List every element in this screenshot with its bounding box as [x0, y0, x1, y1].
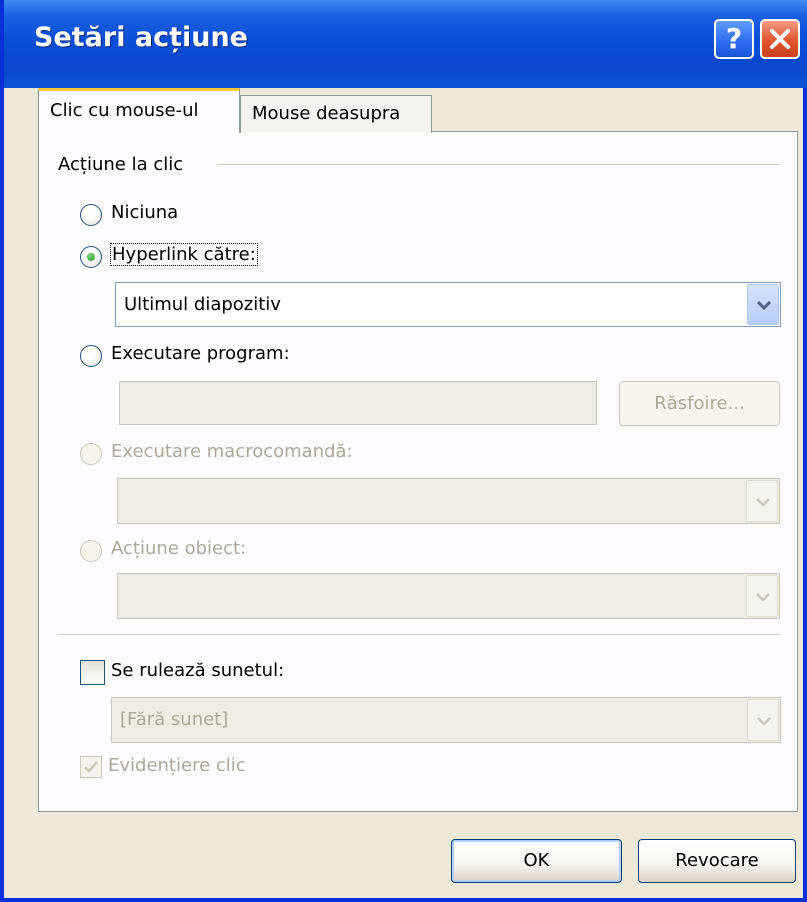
- hyperlink-dropdown[interactable]: Ultimul diapozitiv: [115, 282, 781, 327]
- play-sound-label[interactable]: Se rulează sunetul:: [111, 660, 284, 681]
- close-icon: [770, 29, 790, 49]
- close-button[interactable]: [760, 19, 800, 59]
- dialog-title: Setări acțiune: [34, 22, 248, 53]
- section-divider: [58, 634, 780, 636]
- help-button[interactable]: ?: [714, 19, 754, 59]
- radio-none[interactable]: [80, 204, 102, 226]
- group-title: Acțiune la clic: [58, 154, 184, 175]
- cancel-button-label: Revocare: [675, 850, 759, 871]
- chevron-down-icon: [756, 498, 770, 507]
- radio-run-macro[interactable]: [80, 443, 102, 465]
- chevron-down-icon: [757, 717, 771, 726]
- program-path-input[interactable]: [119, 381, 597, 425]
- radio-run-program-label[interactable]: Executare program:: [111, 343, 290, 364]
- play-sound-checkbox[interactable]: [80, 660, 105, 685]
- tab-mouse-click-label: Clic cu mouse-ul: [50, 100, 199, 121]
- radio-selected-dot: [87, 253, 95, 261]
- tab-mouse-over-label: Mouse deasupra: [252, 103, 401, 124]
- radio-hyperlink-label[interactable]: Hyperlink către:: [110, 243, 258, 266]
- action-settings-dialog: Setări acțiune ? Clic cu mouse-ul Mouse …: [0, 0, 807, 902]
- hyperlink-dropdown-button[interactable]: [747, 284, 779, 325]
- radio-run-macro-label[interactable]: Executare macrocomandă:: [111, 441, 353, 462]
- hyperlink-value: Ultimul diapozitiv: [124, 294, 281, 315]
- sound-dropdown[interactable]: [Fără sunet]: [111, 697, 781, 743]
- sound-dropdown-button[interactable]: [747, 699, 779, 741]
- tab-mouse-over[interactable]: Mouse deasupra: [240, 95, 432, 133]
- chevron-down-icon: [757, 300, 771, 310]
- title-bar[interactable]: Setări acțiune ?: [4, 0, 807, 88]
- group-divider: [217, 164, 780, 165]
- checkmark-icon: [84, 761, 98, 773]
- highlight-click-label[interactable]: Evidențiere clic: [108, 755, 246, 776]
- radio-object-action[interactable]: [80, 540, 102, 562]
- macro-dropdown-button[interactable]: [746, 480, 778, 522]
- highlight-click-checkbox[interactable]: [80, 756, 102, 778]
- radio-none-label[interactable]: Niciuna: [111, 202, 178, 223]
- macro-dropdown[interactable]: [117, 478, 780, 524]
- object-action-dropdown[interactable]: [117, 573, 780, 619]
- help-icon: ?: [725, 22, 743, 55]
- radio-object-action-label[interactable]: Acțiune obiect:: [111, 538, 246, 559]
- cancel-button[interactable]: Revocare: [638, 839, 796, 883]
- ok-button-label: OK: [523, 850, 550, 871]
- browse-button-label: Răsfoire...: [654, 393, 745, 414]
- tab-mouse-click[interactable]: Clic cu mouse-ul: [38, 88, 240, 133]
- chevron-down-icon: [756, 593, 770, 602]
- radio-run-program[interactable]: [80, 345, 102, 367]
- browse-button[interactable]: Răsfoire...: [619, 381, 780, 426]
- object-action-dropdown-button[interactable]: [746, 575, 778, 617]
- sound-value: [Fără sunet]: [120, 709, 229, 730]
- ok-button[interactable]: OK: [451, 839, 622, 883]
- radio-hyperlink[interactable]: [80, 246, 102, 268]
